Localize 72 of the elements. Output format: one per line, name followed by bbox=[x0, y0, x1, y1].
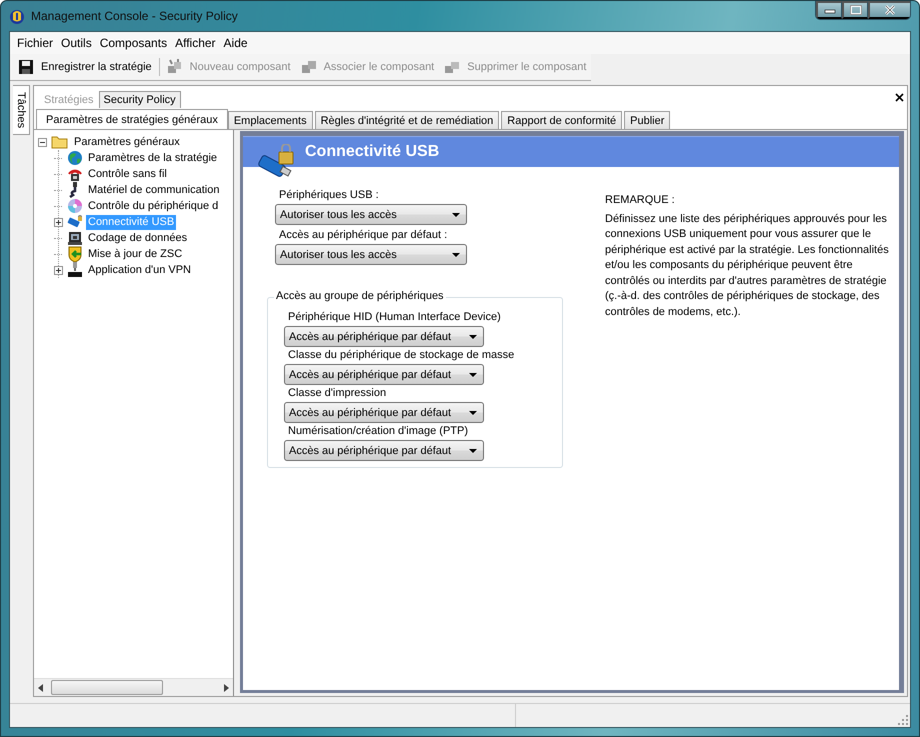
tree-item[interactable]: Paramètres de la stratégie bbox=[86, 150, 220, 166]
caret-icon bbox=[469, 448, 477, 452]
maximize-button[interactable] bbox=[842, 1, 868, 19]
dropdown[interactable]: Accès au périphérique par défaut bbox=[284, 364, 484, 385]
maximize-icon bbox=[850, 5, 862, 15]
note-text: Définissez une liste des périphériques approuvés pour les connexions USB uniquement pour vous assurer que le périphérique est activé par la stratégie. Les fonctionnalités et/ou les composants du périphérique peuvent être contrôlés ou interdits par d'autres paramètres de stratégie (ç.-à-d. des contrôles de périphériques de stockage, des contrôles de modems, etc.). bbox=[605, 212, 890, 320]
globe-icon bbox=[67, 150, 83, 166]
caret-icon bbox=[469, 372, 477, 376]
usb-drive-icon bbox=[67, 214, 83, 230]
plug-icon bbox=[67, 262, 83, 278]
caret-icon bbox=[469, 334, 477, 338]
menu-item[interactable]: Composants bbox=[96, 36, 172, 50]
menu-item[interactable]: Fichier bbox=[13, 36, 58, 50]
menu-item[interactable]: Afficher bbox=[171, 36, 220, 50]
tree-item[interactable]: Mise à jour de ZSC bbox=[86, 246, 184, 262]
tree-item[interactable]: Codage de données bbox=[86, 230, 190, 246]
window-title: Management Console - Security Policy bbox=[31, 9, 238, 23]
tab[interactable]: Emplacements bbox=[228, 111, 313, 129]
minimize-button[interactable] bbox=[816, 1, 842, 19]
expand-toggle[interactable] bbox=[54, 266, 63, 274]
app-logo-icon bbox=[9, 8, 25, 24]
plus-icon bbox=[56, 268, 61, 272]
document-tab[interactable]: Security Policy bbox=[98, 91, 181, 108]
tree-item[interactable]: Application d'un VPN bbox=[86, 262, 193, 278]
tab[interactable]: Publier bbox=[624, 111, 670, 129]
close-icon bbox=[884, 5, 896, 15]
dropdown[interactable]: Accès au périphérique par défaut bbox=[284, 402, 484, 423]
dropdown[interactable]: Accès au périphérique par défaut bbox=[284, 326, 484, 347]
close-icon[interactable] bbox=[895, 92, 904, 102]
resize-grip-icon bbox=[898, 715, 908, 725]
minus-icon bbox=[40, 140, 45, 144]
blocks-icon bbox=[300, 59, 317, 75]
disc-icon bbox=[67, 198, 83, 214]
collapse-toggle[interactable] bbox=[38, 138, 47, 146]
field-label: Accès au périphérique par défaut : bbox=[279, 229, 448, 241]
locked-computer-icon bbox=[67, 230, 83, 246]
folder-icon bbox=[51, 135, 69, 149]
tree-item[interactable]: Matériel de communication bbox=[86, 182, 222, 198]
field-label: Périphériques USB : bbox=[279, 189, 380, 201]
field-label: Périphérique HID (Human Interface Device) bbox=[288, 311, 502, 323]
shield-arrow-icon bbox=[67, 246, 83, 262]
expand-toggle[interactable] bbox=[54, 218, 63, 226]
group-title: Accès au groupe de périphériques bbox=[274, 290, 446, 302]
dropdown[interactable]: Accès au périphérique par défaut bbox=[284, 440, 484, 461]
close-button[interactable] bbox=[868, 1, 910, 19]
note-title: REMARQUE : bbox=[605, 193, 676, 208]
side-tab[interactable]: Tâches bbox=[13, 85, 30, 136]
menu-item[interactable]: Outils bbox=[57, 36, 96, 50]
plus-icon bbox=[56, 220, 61, 224]
field-label: Numérisation/création d'image (PTP) bbox=[288, 425, 470, 437]
save-icon bbox=[18, 59, 34, 75]
caret-icon bbox=[452, 252, 460, 256]
dropdown[interactable]: Autoriser tous les accès bbox=[275, 244, 467, 265]
caret-icon bbox=[469, 410, 477, 414]
scroll-left-icon bbox=[38, 684, 43, 692]
scroll-right-icon bbox=[224, 684, 229, 692]
dropdown[interactable]: Autoriser tous les accès bbox=[275, 204, 467, 225]
tree-item[interactable]: Contrôle sans fil bbox=[86, 166, 169, 182]
menu-item[interactable]: Aide bbox=[220, 36, 252, 50]
tree-item[interactable]: Paramètres généraux bbox=[72, 134, 182, 150]
tree-item[interactable]: Contrôle du périphérique d bbox=[86, 198, 220, 214]
blocks-icon bbox=[444, 59, 460, 75]
panel-title: Connectivité USB bbox=[305, 143, 440, 161]
horizontal-scrollbar[interactable] bbox=[34, 678, 233, 696]
toolbar-button[interactable]: Enregistrer la stratégie bbox=[13, 57, 157, 77]
tab[interactable]: Rapport de conformité bbox=[501, 111, 622, 129]
field-label: Classe d'impression bbox=[288, 387, 388, 399]
tab[interactable]: Règles d'intégrité et de remédiation bbox=[314, 111, 500, 129]
tab[interactable]: Paramètres de stratégies généraux bbox=[36, 109, 228, 129]
caret-icon bbox=[452, 212, 460, 216]
field-label: Classe du périphérique de stockage de masse bbox=[288, 349, 516, 361]
blocks-icon bbox=[166, 59, 183, 75]
